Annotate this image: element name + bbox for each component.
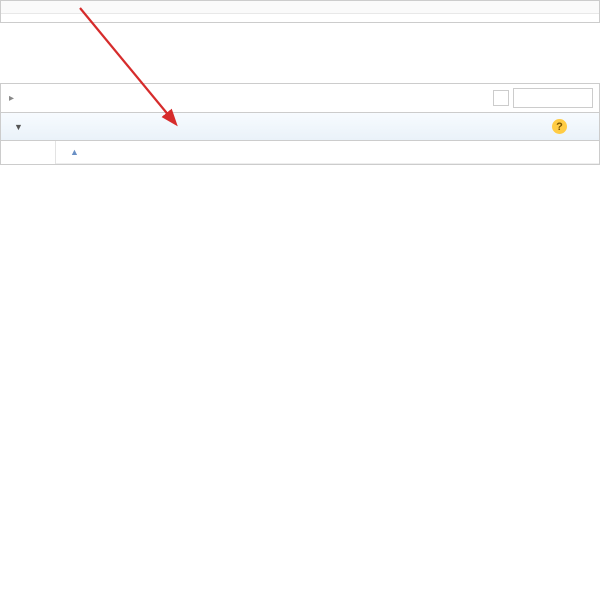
- file-explorer-main: ▲: [0, 141, 600, 165]
- list-column-headers: ▲: [56, 141, 599, 164]
- col-header-size[interactable]: [499, 147, 579, 157]
- col-header-type[interactable]: [399, 147, 499, 157]
- sort-caret-icon: ▲: [70, 147, 79, 157]
- annotation-arrow-zone: [0, 23, 600, 83]
- left-info-pane: [1, 141, 56, 164]
- col-header-date[interactable]: [284, 147, 399, 157]
- open-button[interactable]: ▼: [11, 122, 23, 132]
- crumb-sep-icon: ▸: [7, 93, 16, 104]
- chevron-down-icon: ▼: [14, 122, 23, 132]
- refresh-icon[interactable]: [493, 90, 509, 106]
- address-search-group: [493, 88, 593, 108]
- file-list: ▲: [56, 141, 599, 164]
- col-header-name[interactable]: ▲: [64, 147, 284, 157]
- search-input[interactable]: [513, 88, 593, 108]
- help-icon[interactable]: ?: [552, 119, 567, 134]
